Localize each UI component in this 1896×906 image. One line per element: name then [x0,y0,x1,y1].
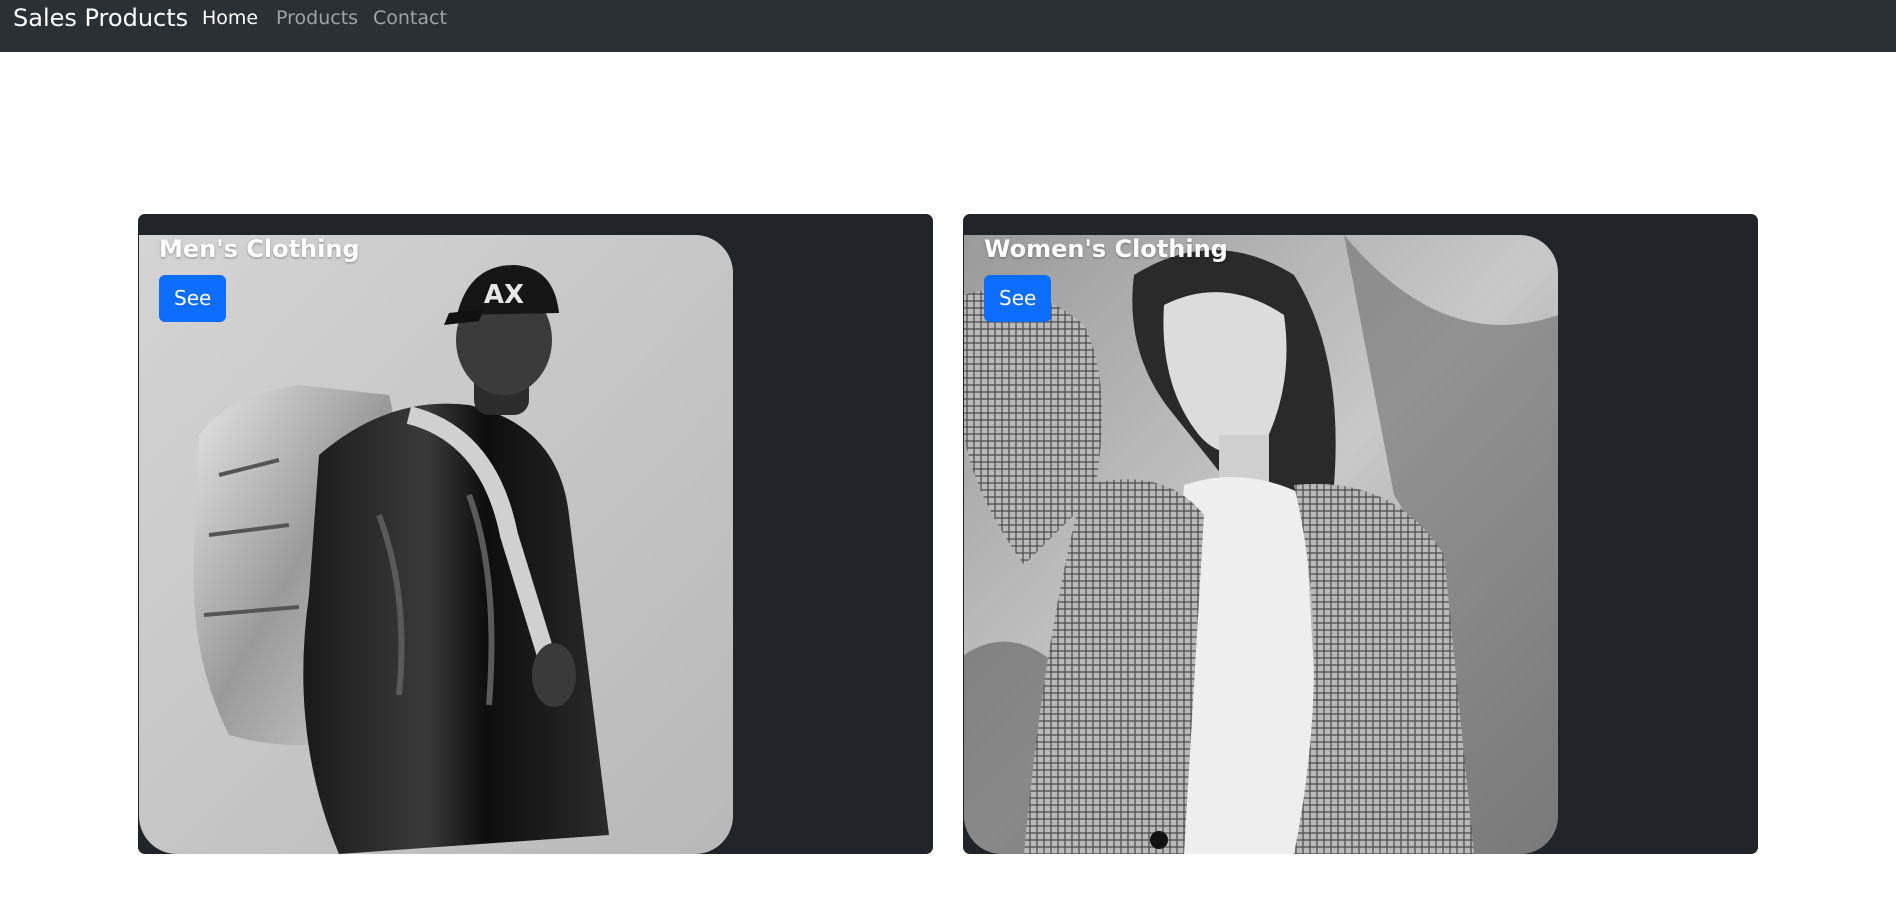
category-card-womens: Women's Clothing See [963,214,1758,854]
see-womens-button[interactable]: See [984,275,1052,322]
svg-text:AX: AX [484,280,524,310]
womens-clothing-photo [964,235,1558,854]
nav-link-products[interactable]: Products [276,7,358,29]
card-title-womens: Women's Clothing [984,235,1228,263]
see-mens-button[interactable]: See [159,275,227,322]
nav-link-home[interactable]: Home [202,7,258,29]
brand-link[interactable]: Sales Products [13,4,188,32]
nav-link-contact[interactable]: Contact [373,7,447,29]
mens-clothing-photo: AX [139,235,733,854]
card-title-mens: Men's Clothing [159,235,360,263]
category-card-mens: AX Men's Clothing See [138,214,933,854]
mens-photo-illustration: AX [139,235,733,854]
womens-photo-illustration [964,235,1558,854]
top-navbar: Sales Products Home Products Contact [0,0,1896,52]
